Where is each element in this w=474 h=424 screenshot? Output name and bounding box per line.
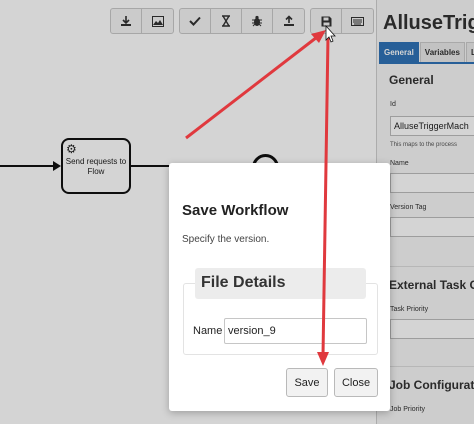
dialog-subtitle: Specify the version. xyxy=(182,234,270,245)
save-workflow-dialog: Save Workflow Specify the version. File … xyxy=(169,163,390,411)
version-name-input[interactable] xyxy=(224,318,367,344)
save-dialog-button[interactable]: Save xyxy=(286,368,328,397)
fieldset-legend: File Details xyxy=(195,268,366,299)
version-name-label: Name xyxy=(193,325,223,337)
dialog-title: Save Workflow xyxy=(182,202,289,219)
close-dialog-button[interactable]: Close xyxy=(334,368,378,397)
